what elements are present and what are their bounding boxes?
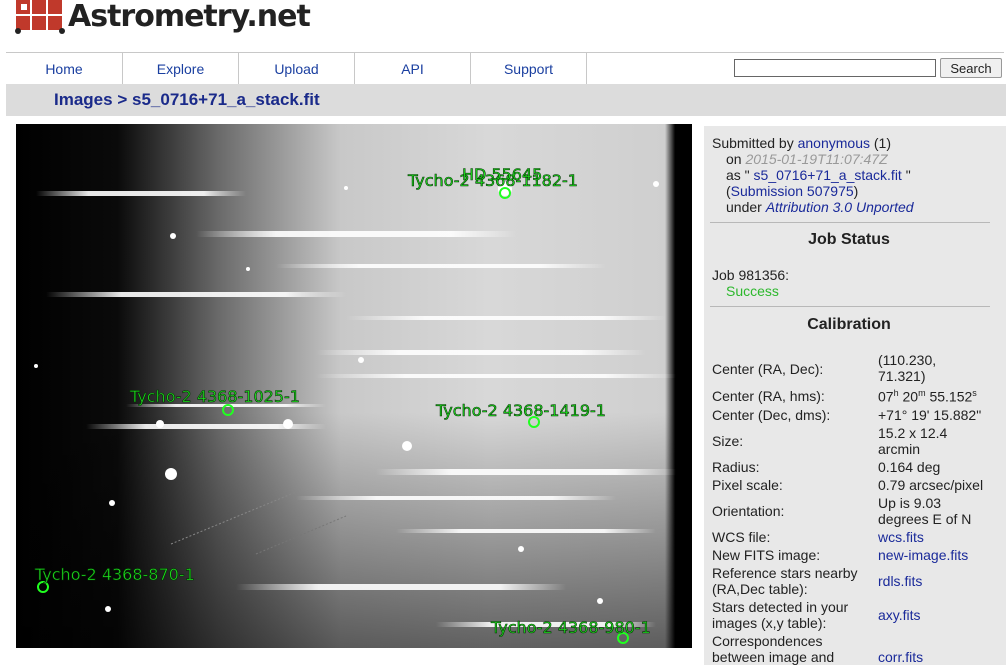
detected-link[interactable]: axy.fits	[878, 607, 921, 623]
breadcrumb-current: s5_0716+71_a_stack.fit	[132, 90, 320, 109]
on-label: on	[726, 151, 742, 167]
orientation-label: Orientation:	[712, 503, 785, 519]
job-status-title: Job Status	[808, 231, 890, 248]
center-dms-value: +71° 19' 15.882"	[878, 407, 982, 423]
center-radec-label: Center (RA, Dec):	[712, 361, 824, 377]
annotation-label: Tycho-2 4368-1025-1	[129, 387, 300, 406]
wcs-link[interactable]: wcs.fits	[878, 529, 924, 545]
annotation-label: Tycho-2 4368-1419-1	[435, 401, 606, 420]
search-input[interactable]	[734, 59, 936, 77]
main-nav: Home Explore Upload API Support Search	[6, 52, 1004, 86]
new-fits-link[interactable]: new-image.fits	[878, 547, 968, 563]
nav-home[interactable]: Home	[6, 53, 123, 85]
submission-info: Submitted by anonymous (1) on 2015-01-19…	[712, 135, 914, 215]
annotated-image[interactable]: Tycho-2 4368-1182-1 HD 55645 Tycho-2 436…	[16, 124, 692, 648]
breadcrumb: Images > s5_0716+71_a_stack.fit	[54, 90, 320, 110]
new-fits-label: New FITS image:	[712, 547, 821, 563]
divider	[710, 306, 990, 307]
center-radec-value: (110.230, 71.321)	[878, 352, 937, 384]
corr-label: Correspondences between image and	[712, 633, 835, 665]
center-dms-label: Center (Dec, dms):	[712, 407, 831, 423]
breadcrumb-bar: Images > s5_0716+71_a_stack.fit	[6, 84, 1006, 116]
paren-close: )	[853, 183, 859, 199]
quote-close: "	[905, 167, 911, 183]
logo-text: Astrometry.net	[68, 0, 311, 34]
refstars-label: Reference stars nearby (RA,Dec table):	[712, 565, 858, 597]
radius-label: Radius:	[712, 459, 760, 475]
under-label: under	[726, 199, 762, 215]
job-status-value: Success	[726, 283, 779, 299]
nav-explore[interactable]: Explore	[123, 53, 239, 85]
nav-api[interactable]: API	[355, 53, 471, 85]
submitted-by-label: Submitted by	[712, 135, 794, 151]
breadcrumb-parent-link[interactable]: Images	[54, 90, 113, 109]
annotation-label: HD 55645	[462, 165, 542, 184]
pixscale-value: 0.79 arcsec/pixel	[878, 477, 984, 493]
details-panel: Submitted by anonymous (1) on 2015-01-19…	[704, 126, 1006, 665]
orientation-value: Up is 9.03 degrees E of N	[878, 495, 972, 527]
detected-label: Stars detected in your images (x,y table…	[712, 599, 849, 631]
nav-support[interactable]: Support	[471, 53, 587, 85]
user-count: (1)	[873, 135, 892, 151]
search-button[interactable]: Search	[940, 58, 1002, 78]
license-link[interactable]: Attribution 3.0 Unported	[766, 199, 914, 215]
radius-value: 0.164 deg	[878, 459, 941, 475]
user-link[interactable]: anonymous	[798, 135, 870, 151]
center-hms-label: Center (RA, hms):	[712, 388, 825, 404]
size-label: Size:	[712, 433, 744, 449]
size-value: 15.2 x 12.4 arcmin	[878, 425, 948, 457]
annotation-label: Tycho-2 4368-870-1	[34, 565, 195, 584]
breadcrumb-separator: >	[117, 90, 128, 109]
filename-link[interactable]: s5_0716+71_a_stack.fit	[754, 167, 902, 183]
submission-link[interactable]: Submission 507975	[731, 183, 854, 199]
annotation-label: Tycho-2 4368-980-1	[490, 618, 651, 637]
pixscale-label: Pixel scale:	[712, 477, 783, 493]
wcs-label: WCS file:	[712, 529, 771, 545]
submission-date: 2015-01-19T11:07:47Z	[745, 151, 888, 167]
as-label: as "	[726, 167, 750, 183]
calibration-title: Calibration	[807, 316, 891, 333]
refstars-link[interactable]: rdls.fits	[878, 573, 922, 589]
divider	[710, 222, 990, 223]
site-logo[interactable]: Astrometry.net	[14, 0, 311, 46]
center-hms-value: 07h 20m 55.152s	[878, 388, 977, 405]
job-label: Job 981356:	[712, 267, 790, 283]
corr-link[interactable]: corr.fits	[878, 649, 923, 665]
nav-upload[interactable]: Upload	[239, 53, 355, 85]
logo-grid-icon	[14, 0, 66, 34]
